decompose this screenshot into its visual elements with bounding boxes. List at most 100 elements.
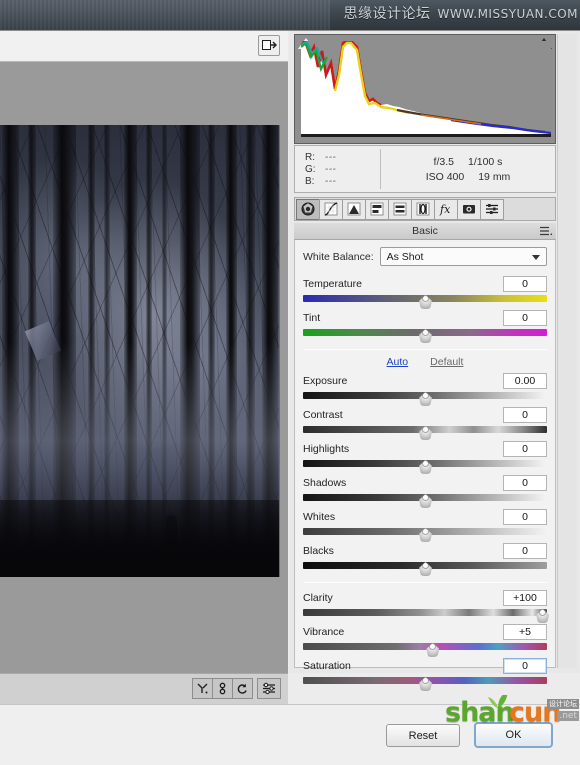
- tab-effects[interactable]: fx: [434, 198, 458, 220]
- slider-value-temperature[interactable]: 0: [503, 275, 547, 292]
- preview-tool-buttons: [192, 678, 281, 699]
- slider-value-whites[interactable]: 0: [503, 508, 547, 525]
- slider-value-clarity[interactable]: +100: [503, 589, 547, 606]
- rgb-value-g: ---: [325, 163, 337, 175]
- tab-basic[interactable]: [296, 198, 320, 220]
- slider-thumb-contrast[interactable]: [419, 422, 432, 440]
- slider-label-saturation: Saturation: [303, 659, 351, 672]
- slider-value-blacks[interactable]: 0: [503, 542, 547, 559]
- slider-label-temperature: Temperature: [303, 277, 362, 290]
- image-preview-canvas[interactable]: [0, 62, 288, 673]
- slider-label-tint: Tint: [303, 311, 321, 324]
- slider-value-exposure[interactable]: 0.00: [503, 372, 547, 389]
- slider-track-vibrance[interactable]: [303, 643, 547, 650]
- slider-label-whites: Whites: [303, 510, 336, 523]
- histogram-graph: [301, 41, 551, 137]
- ok-button-label: OK: [505, 729, 522, 741]
- slider-thumb-temperature[interactable]: [419, 291, 432, 309]
- slider-value-vibrance[interactable]: +5: [503, 623, 547, 640]
- slider-thumb-blacks[interactable]: [419, 558, 432, 576]
- histogram-panel: [294, 34, 556, 144]
- basic-panel-body: White Balance: As Shot Temperature 0 Tin…: [294, 240, 556, 691]
- rotate-left-icon[interactable]: [232, 678, 253, 699]
- slider-vibrance[interactable]: Vibrance +5: [303, 623, 547, 657]
- slider-value-saturation[interactable]: 0: [503, 657, 547, 674]
- ok-button[interactable]: OK: [474, 722, 553, 748]
- slider-blacks[interactable]: Blacks 0: [303, 542, 547, 576]
- watermark-top: 思缘设计论坛 WWW.MISSYUAN.COM: [344, 3, 578, 23]
- panel-right-edge: [557, 34, 577, 668]
- slider-value-shadows[interactable]: 0: [503, 474, 547, 491]
- exif-iso: ISO 400: [425, 170, 465, 183]
- slider-clarity[interactable]: Clarity +100: [303, 589, 550, 623]
- exif-focal-length: 19 mm: [478, 170, 511, 183]
- slider-label-contrast: Contrast: [303, 408, 343, 421]
- adjustment-panel-column: R: --- G: --- B: --- f/3.5 1/100 s ISO 4…: [289, 31, 580, 691]
- preferences-icon[interactable]: [257, 678, 281, 699]
- watermark-top-cn: 思缘设计论坛: [343, 6, 431, 22]
- slider-thumb-tint[interactable]: [419, 325, 432, 343]
- preview-statusbar: [0, 673, 288, 704]
- dialog-footer: Reset OK: [0, 704, 580, 765]
- slider-thumb-whites[interactable]: [419, 524, 432, 542]
- desktop-background-strip: 思缘设计论坛 WWW.MISSYUAN.COM: [0, 0, 580, 30]
- white-balance-value: As Shot: [386, 250, 424, 263]
- rgb-value-b: ---: [325, 175, 337, 187]
- rgb-label-g: G:: [305, 163, 316, 175]
- rgb-label-r: R:: [305, 151, 315, 163]
- tab-split-toning[interactable]: [388, 198, 412, 220]
- slider-exposure[interactable]: Exposure 0.00: [303, 372, 547, 406]
- reset-button[interactable]: Reset: [386, 724, 460, 747]
- tab-hsl-grayscale[interactable]: [365, 198, 389, 220]
- expand-panel-icon[interactable]: [258, 35, 280, 56]
- rgb-label-b: B:: [305, 175, 315, 187]
- exif-readout: f/3.5 1/100 s ISO 400 19 mm: [381, 156, 555, 183]
- tab-tone-curve[interactable]: [319, 198, 343, 220]
- tab-presets[interactable]: [480, 198, 504, 220]
- white-balance-select[interactable]: As Shot: [379, 247, 547, 266]
- slider-thumb-shadows[interactable]: [419, 490, 432, 508]
- slider-highlights[interactable]: Highlights 0: [303, 440, 547, 474]
- tab-lens-corrections[interactable]: [411, 198, 435, 220]
- slider-temperature[interactable]: Temperature 0: [303, 275, 547, 309]
- slider-whites[interactable]: Whites 0: [303, 508, 547, 542]
- default-link[interactable]: Default: [430, 356, 463, 368]
- slider-value-contrast[interactable]: 0: [503, 406, 547, 423]
- white-balance-tool-icon[interactable]: [192, 678, 213, 699]
- raw-photo-forest: [0, 125, 280, 577]
- slider-label-shadows: Shadows: [303, 476, 347, 489]
- preview-toolbar: [0, 31, 288, 62]
- panel-title-bar: Basic: [294, 223, 556, 240]
- slider-contrast[interactable]: Contrast 0: [303, 406, 547, 440]
- slider-tint[interactable]: Tint 0: [303, 309, 547, 343]
- slider-saturation[interactable]: Saturation 0: [303, 657, 547, 691]
- auto-default-row: Auto Default: [303, 356, 547, 368]
- slider-value-highlights[interactable]: 0: [503, 440, 547, 457]
- slider-thumb-clarity[interactable]: [536, 605, 550, 623]
- panel-menu-icon[interactable]: [540, 226, 552, 240]
- slider-label-clarity: Clarity: [303, 591, 333, 604]
- tab-camera-calibration[interactable]: [457, 198, 481, 220]
- slider-thumb-highlights[interactable]: [419, 456, 432, 474]
- chevron-down-icon: [532, 255, 540, 260]
- slider-thumb-vibrance[interactable]: [426, 639, 440, 657]
- panel-tab-bar: fx: [294, 197, 556, 221]
- exif-aperture: f/3.5: [433, 155, 454, 168]
- section-divider-1: [303, 349, 547, 350]
- slider-thumb-saturation[interactable]: [419, 673, 432, 691]
- slider-value-tint[interactable]: 0: [503, 309, 547, 326]
- slider-label-exposure: Exposure: [303, 374, 348, 387]
- white-balance-label: White Balance:: [303, 250, 374, 263]
- color-sampler-icon[interactable]: [212, 678, 233, 699]
- slider-label-blacks: Blacks: [303, 544, 334, 557]
- slider-shadows[interactable]: Shadows 0: [303, 474, 547, 508]
- slider-label-vibrance: Vibrance: [303, 625, 345, 638]
- slider-thumb-exposure[interactable]: [419, 388, 432, 406]
- tab-detail[interactable]: [342, 198, 366, 220]
- auto-link[interactable]: Auto: [387, 356, 409, 368]
- slider-label-highlights: Highlights: [303, 442, 350, 455]
- exif-shutter: 1/100 s: [467, 155, 503, 168]
- slider-track-clarity[interactable]: [303, 609, 547, 616]
- rgb-row: B: ---: [305, 176, 380, 187]
- readout-strip: R: --- G: --- B: --- f/3.5 1/100 s ISO 4…: [294, 145, 556, 193]
